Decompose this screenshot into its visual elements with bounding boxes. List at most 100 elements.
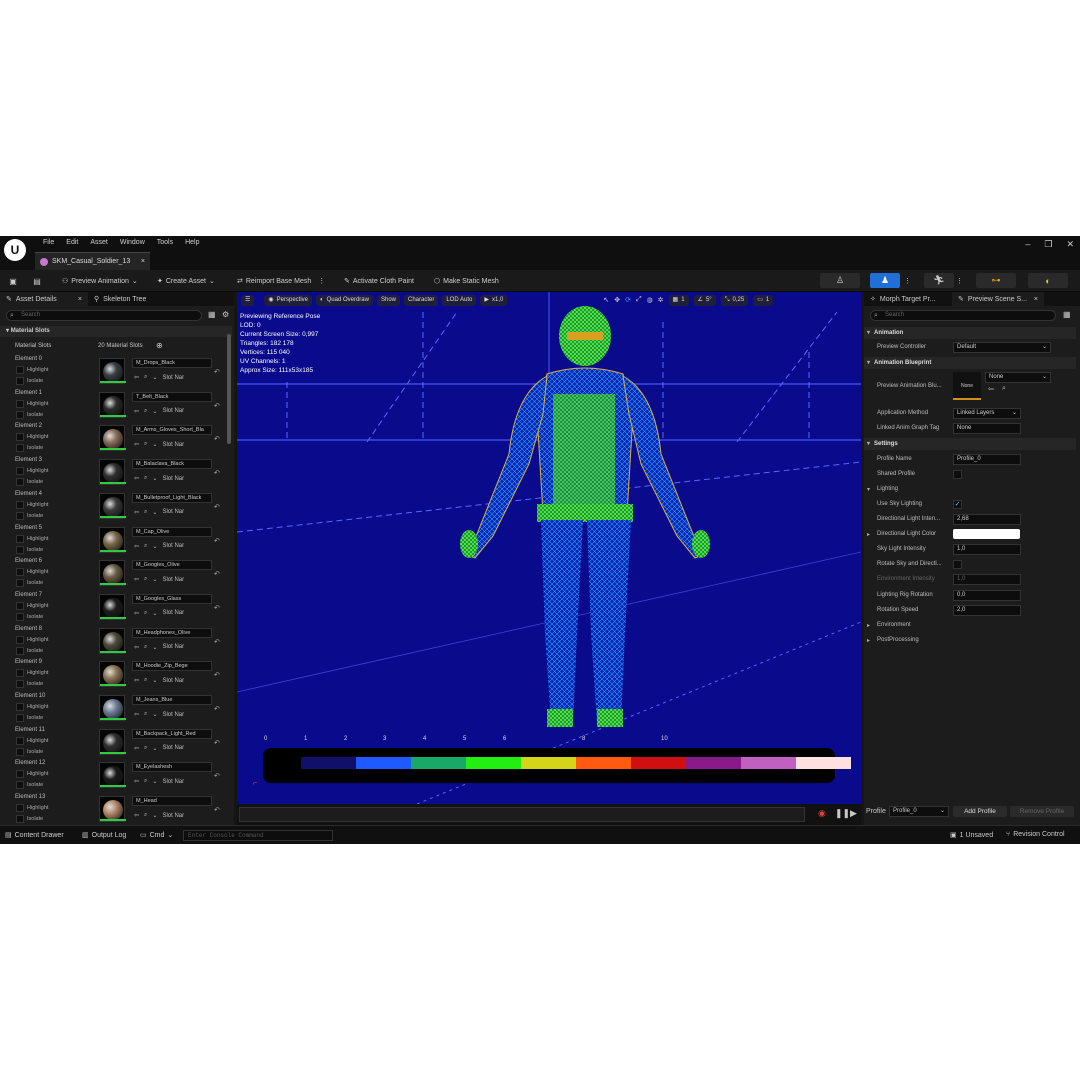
material-thumbnail[interactable] <box>99 762 126 789</box>
material-name-dropdown[interactable]: M_Googles_Glass <box>132 593 212 604</box>
material-thumbnail[interactable] <box>99 425 126 452</box>
isolate-checkbox[interactable] <box>16 377 24 385</box>
profile-dropdown[interactable]: Profile_0 ⌄ <box>889 806 949 817</box>
perspective-button[interactable]: ◉ Perspective <box>264 294 312 306</box>
isolate-checkbox[interactable] <box>16 747 24 756</box>
output-log-button[interactable]: ▥ Output Log <box>82 831 126 840</box>
highlight-checkbox[interactable] <box>16 804 24 813</box>
material-thumbnail[interactable] <box>99 627 126 654</box>
material-name-dropdown[interactable]: M_Balaclava_Black <box>132 459 212 470</box>
use-selected-icon[interactable]: ⇦ <box>134 374 139 381</box>
material-slots-section[interactable]: ▾ Material Slots <box>0 326 232 337</box>
lod-button[interactable]: LOD Auto <box>442 294 477 306</box>
grid-snap-button[interactable]: ▦ 1 <box>668 294 689 306</box>
use-selected-icon[interactable]: ⇦ <box>134 812 139 819</box>
environment-row[interactable]: ▸ Environment <box>864 618 1076 633</box>
remove-profile-button[interactable]: Remove Profile <box>1010 806 1074 817</box>
close-icon[interactable]: × <box>78 296 82 303</box>
rotation-speed-input[interactable]: 2,0 <box>953 605 1021 616</box>
highlight-checkbox[interactable] <box>16 366 24 374</box>
add-profile-button[interactable]: Add Profile <box>953 806 1007 817</box>
material-thumbnail[interactable] <box>99 459 126 486</box>
material-thumbnail[interactable] <box>99 695 126 721</box>
add-slot-icon[interactable]: ⊕ <box>156 341 163 350</box>
browse-icon[interactable]: ⌕ <box>1002 385 1006 393</box>
move-icon[interactable]: ✥ <box>614 296 620 304</box>
use-selected-icon[interactable]: ⇦ <box>134 475 139 482</box>
animation-section[interactable]: ▾ Animation <box>864 327 1076 339</box>
reset-arrow-icon[interactable]: ↶ <box>214 368 220 376</box>
scale-snap-button[interactable]: ⤡ 0,25 <box>720 294 749 306</box>
chevron-down-icon[interactable]: ⌄ <box>152 610 157 617</box>
browse-icon[interactable]: ⌕ <box>144 543 147 550</box>
use-selected-icon[interactable]: ⇦ <box>134 441 139 448</box>
isolate-checkbox[interactable] <box>16 478 24 487</box>
chevron-down-icon[interactable]: ⌄ <box>152 778 157 785</box>
postprocessing-row[interactable]: ▸ PostProcessing <box>864 633 1076 648</box>
material-thumbnail[interactable] <box>99 391 126 418</box>
settings-section[interactable]: ▾ Settings <box>864 438 1076 450</box>
close-window-icon[interactable]: ✕ <box>1066 239 1074 250</box>
browse-icon[interactable]: ⌕ <box>144 441 147 448</box>
grid-view-icon[interactable]: ▦ <box>1063 310 1071 319</box>
isolate-checkbox[interactable] <box>16 612 24 621</box>
isolate-checkbox[interactable] <box>16 815 24 824</box>
use-sky-lighting-checkbox[interactable]: ✓ <box>953 500 962 509</box>
use-selected-icon[interactable]: ⇦ <box>134 711 139 718</box>
material-name-dropdown[interactable]: M_Googles_Olive <box>132 560 212 571</box>
shared-profile-checkbox[interactable] <box>953 470 962 479</box>
revision-control-button[interactable]: ⑂ Revision Control <box>1006 831 1065 838</box>
highlight-checkbox[interactable] <box>16 736 24 745</box>
angle-snap-button[interactable]: ∠ 5° <box>693 294 716 306</box>
material-thumbnail[interactable] <box>99 593 126 620</box>
skeleton-mode-button[interactable]: ♙ <box>820 273 860 288</box>
animation-mode-options[interactable]: ⋮ <box>956 274 963 288</box>
lighting-rig-rotation-input[interactable]: 0,0 <box>953 590 1021 601</box>
use-selected-icon[interactable]: ⇦ <box>134 778 139 785</box>
browse-icon[interactable]: ⌕ <box>144 408 147 415</box>
browse-icon[interactable]: ⌕ <box>144 812 147 819</box>
settings-icon[interactable]: ⚙ <box>222 310 229 319</box>
dir-light-color-swatch[interactable] <box>953 529 1020 539</box>
pause-icon[interactable]: ❚❚ <box>835 808 850 819</box>
use-selected-icon[interactable]: ⇦ <box>134 408 139 415</box>
reset-arrow-icon[interactable]: ↶ <box>214 503 220 511</box>
reset-arrow-icon[interactable]: ↶ <box>214 402 220 410</box>
reset-arrow-icon[interactable]: ↶ <box>214 671 220 679</box>
activate-cloth-button[interactable]: ✎ Activate Cloth Paint <box>344 274 414 288</box>
highlight-checkbox[interactable] <box>16 568 24 577</box>
highlight-checkbox[interactable] <box>16 770 24 779</box>
material-thumbnail[interactable] <box>99 728 126 755</box>
browse-icon[interactable]: ⌕ <box>144 644 147 651</box>
chevron-down-icon[interactable]: ⌄ <box>152 745 157 752</box>
highlight-checkbox[interactable] <box>16 399 24 408</box>
view-mode-button[interactable]: ◐ Quad Overdraw <box>316 294 373 306</box>
reset-arrow-icon[interactable]: ↶ <box>214 435 220 443</box>
isolate-checkbox[interactable] <box>16 579 24 588</box>
isolate-checkbox[interactable] <box>16 680 24 689</box>
tab-skeleton-tree[interactable]: ⚲ Skeleton Tree <box>88 292 152 306</box>
grid-view-icon[interactable]: ▦ <box>208 310 216 319</box>
viewport-menu-button[interactable]: ☰ <box>241 294 255 306</box>
material-thumbnail[interactable] <box>99 358 126 384</box>
highlight-checkbox[interactable] <box>16 534 24 543</box>
menu-window[interactable]: Window <box>114 238 151 247</box>
preview-controller-dropdown[interactable]: Default ⌄ <box>953 342 1051 353</box>
tab-close-icon[interactable]: × <box>141 258 145 265</box>
highlight-checkbox[interactable] <box>16 635 24 644</box>
chevron-down-icon[interactable]: ⌄ <box>152 576 157 583</box>
browse-icon[interactable]: ⌕ <box>144 677 147 684</box>
cmd-button[interactable]: ▭ Cmd ⌄ <box>140 831 173 840</box>
browse-icon[interactable]: ⌕ <box>144 576 147 583</box>
chevron-down-icon[interactable]: ⌄ <box>152 475 157 482</box>
use-selected-icon[interactable]: ⇦ <box>134 644 139 651</box>
profile-name-input[interactable]: Profile_0 <box>953 454 1021 465</box>
make-static-button[interactable]: ⬡ Make Static Mesh <box>434 274 499 288</box>
menu-edit[interactable]: Edit <box>60 238 84 247</box>
unreal-logo-icon[interactable]: U <box>4 239 26 261</box>
world-icon[interactable]: ◍ <box>647 296 653 304</box>
menu-asset[interactable]: Asset <box>84 238 114 247</box>
lighting-row[interactable]: ▾ Lighting <box>864 482 1076 497</box>
content-drawer-button[interactable]: ▤ Content Drawer <box>5 831 64 840</box>
maximize-icon[interactable]: ❐ <box>1044 239 1052 250</box>
